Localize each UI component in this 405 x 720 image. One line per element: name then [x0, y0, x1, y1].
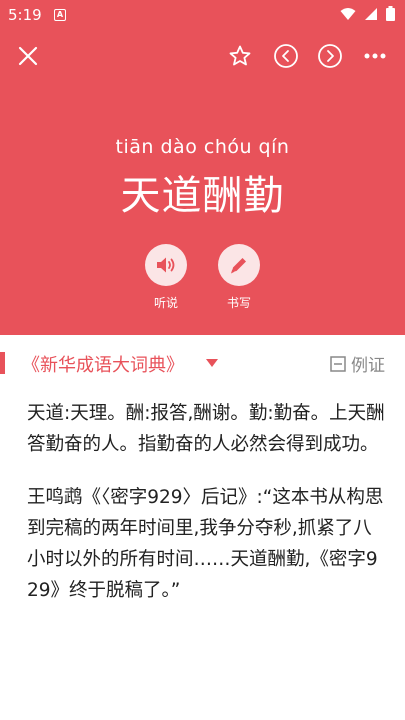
battery-icon [386, 6, 395, 21]
speaker-icon [157, 257, 175, 273]
star-icon [229, 45, 251, 66]
caret-down-icon[interactable] [206, 359, 218, 367]
pencil-icon [231, 258, 246, 274]
next-button[interactable] [310, 36, 350, 76]
idiom-quote: 王鸣鹉《〈密字929〉后记》:“这本书从构思到完稿的两年时间里,我争分夺秒,抓紧… [27, 487, 384, 601]
status-time: 5:19 [8, 6, 42, 24]
write-circle[interactable] [218, 244, 260, 286]
listen-button[interactable]: 听说 [136, 244, 196, 311]
idiom-title: 天道酬勤 [120, 173, 285, 219]
more-button[interactable] [355, 36, 395, 76]
write-button[interactable]: 书写 [209, 244, 269, 311]
listen-circle[interactable] [145, 244, 187, 286]
wifi-icon [340, 7, 356, 20]
close-icon [18, 46, 38, 66]
more-icon [364, 53, 386, 59]
toolbar [0, 36, 405, 76]
example-icon [330, 355, 346, 372]
source-accent-bar [0, 352, 5, 374]
idiom-header: 5:19 A tiān dào chóu qín 天道酬勤 听说 书写 [0, 0, 405, 335]
listen-label: 听说 [153, 296, 178, 310]
status-bar: 5:19 A [0, 0, 405, 32]
dictionary-source-bar: 《新华成语大词典》 例证 [0, 348, 405, 378]
notification-a-icon: A [54, 9, 66, 21]
dictionary-source-selector[interactable]: 《新华成语大词典》 [22, 351, 184, 377]
close-button[interactable] [8, 36, 48, 76]
idiom-pinyin: tiān dào chóu qín [115, 136, 290, 158]
example-button[interactable]: 例证 [330, 351, 385, 376]
previous-button[interactable] [266, 36, 306, 76]
status-icons [340, 6, 395, 21]
favorite-button[interactable] [220, 36, 260, 76]
write-label: 书写 [226, 296, 251, 310]
idiom-content: 天道:天理。酬:报答,酬谢。勤:勤奋。上天酬答勤奋的人。指勤奋的人必然会得到成功… [27, 398, 387, 606]
prev-icon [274, 44, 298, 68]
example-label: 例证 [351, 356, 385, 376]
idiom-definition: 天道:天理。酬:报答,酬谢。勤:勤奋。上天酬答勤奋的人。指勤奋的人必然会得到成功… [27, 403, 385, 455]
signal-icon [365, 7, 377, 20]
next-icon [318, 44, 342, 68]
